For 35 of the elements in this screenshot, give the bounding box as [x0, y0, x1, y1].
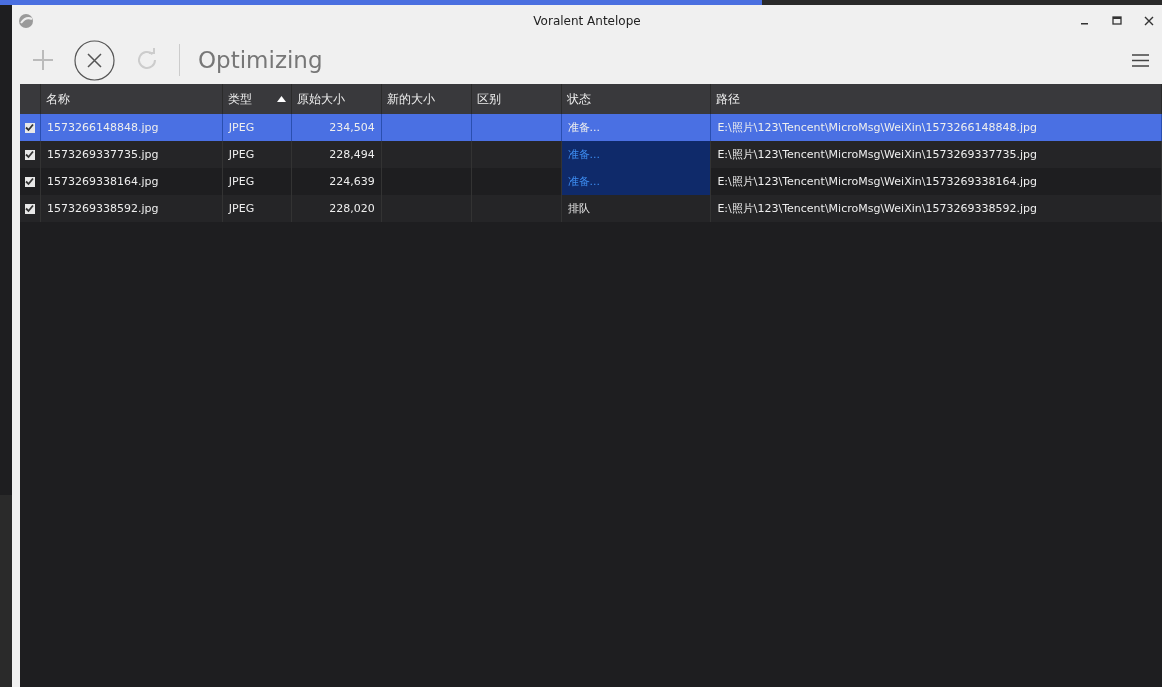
table-cell: JPEG	[228, 175, 255, 188]
table-cell: 准备...	[567, 147, 601, 162]
table-cell: 1573269337735.jpg	[47, 148, 159, 161]
checkbox[interactable]	[25, 176, 35, 187]
table-cell: JPEG	[228, 202, 255, 215]
table-row[interactable]: 1573269338592.jpg JPEG 228,020 排队 E:\照片\123\Tencent\MicroMsg\WeiXin\1573269338592.jpg	[20, 195, 1162, 222]
table-cell: E:\照片\123\Tencent\MicroMsg\WeiXin\1573269337735.jpg	[717, 147, 1037, 162]
table-cell: 234,504	[329, 121, 375, 134]
table-cell: 228,494	[329, 148, 375, 161]
table-cell: E:\照片\123\Tencent\MicroMsg\WeiXin\1573269338592.jpg	[717, 201, 1037, 216]
table-cell: 224,639	[329, 175, 375, 188]
table-cell: 228,020	[329, 202, 375, 215]
table-row[interactable]: 1573266148848.jpg JPEG 234,504 准备... E:\照片\123\Tencent\MicroMsg\WeiXin\1573266148848.jpg	[20, 114, 1162, 141]
table-row[interactable]: 1573269337735.jpg JPEG 228,494 准备... E:\照片\123\Tencent\MicroMsg\WeiXin\1573269337735.jpg	[20, 141, 1162, 168]
table-cell: 1573269338164.jpg	[47, 175, 159, 188]
table-cell: 准备...	[567, 120, 601, 135]
table-cell: E:\照片\123\Tencent\MicroMsg\WeiXin\1573269338164.jpg	[717, 174, 1037, 189]
app-logo-icon	[18, 12, 34, 29]
checkbox[interactable]	[25, 122, 35, 133]
window-title: Voralent Antelope	[533, 13, 641, 28]
maximize-icon[interactable]	[1112, 15, 1122, 26]
table-cell: 1573269338592.jpg	[47, 202, 159, 215]
status-text: Optimizing	[198, 47, 323, 73]
table-cell: E:\照片\123\Tencent\MicroMsg\WeiXin\1573266148848.jpg	[717, 120, 1037, 135]
menu-icon[interactable]	[1132, 53, 1149, 67]
close-icon[interactable]	[1144, 15, 1154, 26]
checkbox[interactable]	[25, 203, 35, 214]
table-cell: 1573266148848.jpg	[47, 121, 159, 134]
sort-ascending-icon	[276, 96, 286, 102]
checkbox[interactable]	[25, 149, 35, 160]
table-cell: JPEG	[228, 148, 255, 161]
table-cell: 准备...	[567, 174, 601, 189]
cancel-icon[interactable]	[74, 39, 115, 81]
table-cell: 排队	[567, 201, 590, 216]
table-cell: JPEG	[228, 121, 255, 134]
